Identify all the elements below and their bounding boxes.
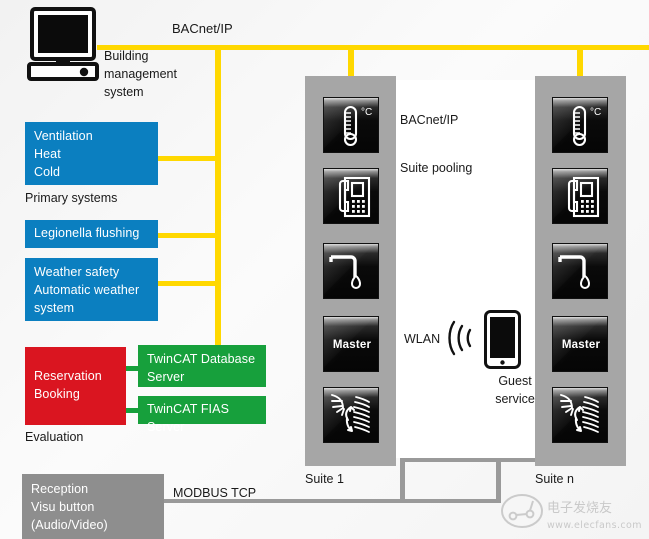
reception-line-3: (Audio/Video) bbox=[31, 518, 108, 532]
faucet-water-drop-icon[interactable] bbox=[323, 243, 379, 299]
twincat-db-line-1: TwinCAT Database bbox=[147, 352, 256, 366]
legionella-line-1: Legionella flushing bbox=[34, 226, 140, 240]
master-tile-label: Master bbox=[561, 339, 601, 351]
diagram-canvas: Building management system BACnet/IP Ven… bbox=[0, 0, 649, 539]
primary-systems-box[interactable]: Ventilation Heat Cold bbox=[25, 122, 158, 185]
smartphone-icon bbox=[484, 310, 521, 374]
master-switch-icon[interactable]: Master bbox=[323, 316, 379, 372]
bacnet-stub-weather bbox=[156, 281, 220, 286]
svg-text:°C: °C bbox=[361, 107, 372, 118]
svg-text:°C: °C bbox=[590, 107, 601, 118]
modbus-label: MODBUS TCP bbox=[173, 486, 257, 500]
link-reservation-twincat-db bbox=[125, 366, 139, 371]
wlan-label: WLAN bbox=[404, 332, 441, 346]
reservation-booking-box[interactable]: Reservation Booking bbox=[25, 347, 126, 425]
reception-line-2: Visu button bbox=[31, 500, 95, 514]
twincat-fias-line-1: TwinCAT FIAS Server bbox=[147, 402, 230, 434]
sun-blinds-icon[interactable] bbox=[323, 387, 379, 443]
weather-line-3: system bbox=[34, 301, 75, 315]
twincat-database-server-box[interactable]: TwinCAT Database Server bbox=[138, 345, 266, 387]
watermark-text: 电子发烧友 bbox=[547, 501, 613, 516]
link-reservation-twincat-fias bbox=[125, 408, 139, 413]
watermark-url: www.elecfans.com bbox=[547, 520, 642, 531]
bms-label: Building management system bbox=[104, 47, 200, 101]
bacnet-drop-suite-1 bbox=[348, 45, 354, 76]
wlan-signal-icon bbox=[448, 318, 476, 363]
weather-line-1: Weather safety bbox=[34, 265, 120, 279]
suite-pooling-label: Suite pooling bbox=[400, 161, 473, 175]
sun-blinds-icon[interactable] bbox=[552, 387, 608, 443]
bms-label-line-2: management bbox=[104, 67, 177, 81]
primary-systems-line-1: Ventilation bbox=[34, 129, 93, 143]
suite-n-caption: Suite n bbox=[535, 472, 574, 486]
weather-safety-box[interactable]: Weather safety Automatic weather system bbox=[25, 258, 158, 321]
twincat-db-line-2: Server bbox=[147, 370, 185, 384]
bacnet-top-label: BACnet/IP bbox=[172, 21, 233, 36]
modbus-riser-suite-1 bbox=[400, 458, 405, 503]
bms-label-line-3: system bbox=[104, 85, 144, 99]
weather-line-2: Automatic weather bbox=[34, 283, 140, 297]
intercom-phone-icon[interactable] bbox=[552, 168, 608, 224]
bacnet-drop-suite-n bbox=[577, 45, 583, 76]
primary-systems-caption: Primary systems bbox=[25, 191, 118, 205]
twincat-fias-server-box[interactable]: TwinCAT FIAS Server bbox=[138, 396, 266, 434]
reception-line-1: Reception bbox=[31, 482, 89, 496]
intercom-phone-icon[interactable] bbox=[323, 168, 379, 224]
bacnet-stub-legionella bbox=[156, 233, 220, 238]
legionella-box[interactable]: Legionella flushing bbox=[25, 220, 158, 248]
bacnet-pooling-label: BACnet/IP bbox=[400, 113, 459, 127]
bacnet-bus-vertical bbox=[215, 45, 221, 348]
master-switch-icon[interactable]: Master bbox=[552, 316, 608, 372]
watermark-logo-icon bbox=[500, 492, 544, 535]
master-tile-label: Master bbox=[332, 339, 372, 351]
reception-box[interactable]: Reception Visu button (Audio/Video) bbox=[22, 474, 164, 539]
faucet-water-drop-icon[interactable] bbox=[552, 243, 608, 299]
suite-1-caption: Suite 1 bbox=[305, 472, 344, 486]
reservation-line-1: Reservation bbox=[34, 369, 102, 383]
primary-systems-line-2: Heat bbox=[34, 147, 61, 161]
thermometer-icon[interactable]: °C bbox=[552, 97, 608, 153]
reservation-line-2: Booking bbox=[34, 387, 80, 401]
evaluation-caption: Evaluation bbox=[25, 430, 84, 444]
thermometer-icon[interactable]: °C bbox=[323, 97, 379, 153]
bms-label-line-1: Building bbox=[104, 49, 149, 63]
bacnet-stub-primary-systems bbox=[156, 156, 220, 161]
desktop-computer-icon bbox=[26, 6, 102, 82]
primary-systems-line-3: Cold bbox=[34, 165, 61, 179]
